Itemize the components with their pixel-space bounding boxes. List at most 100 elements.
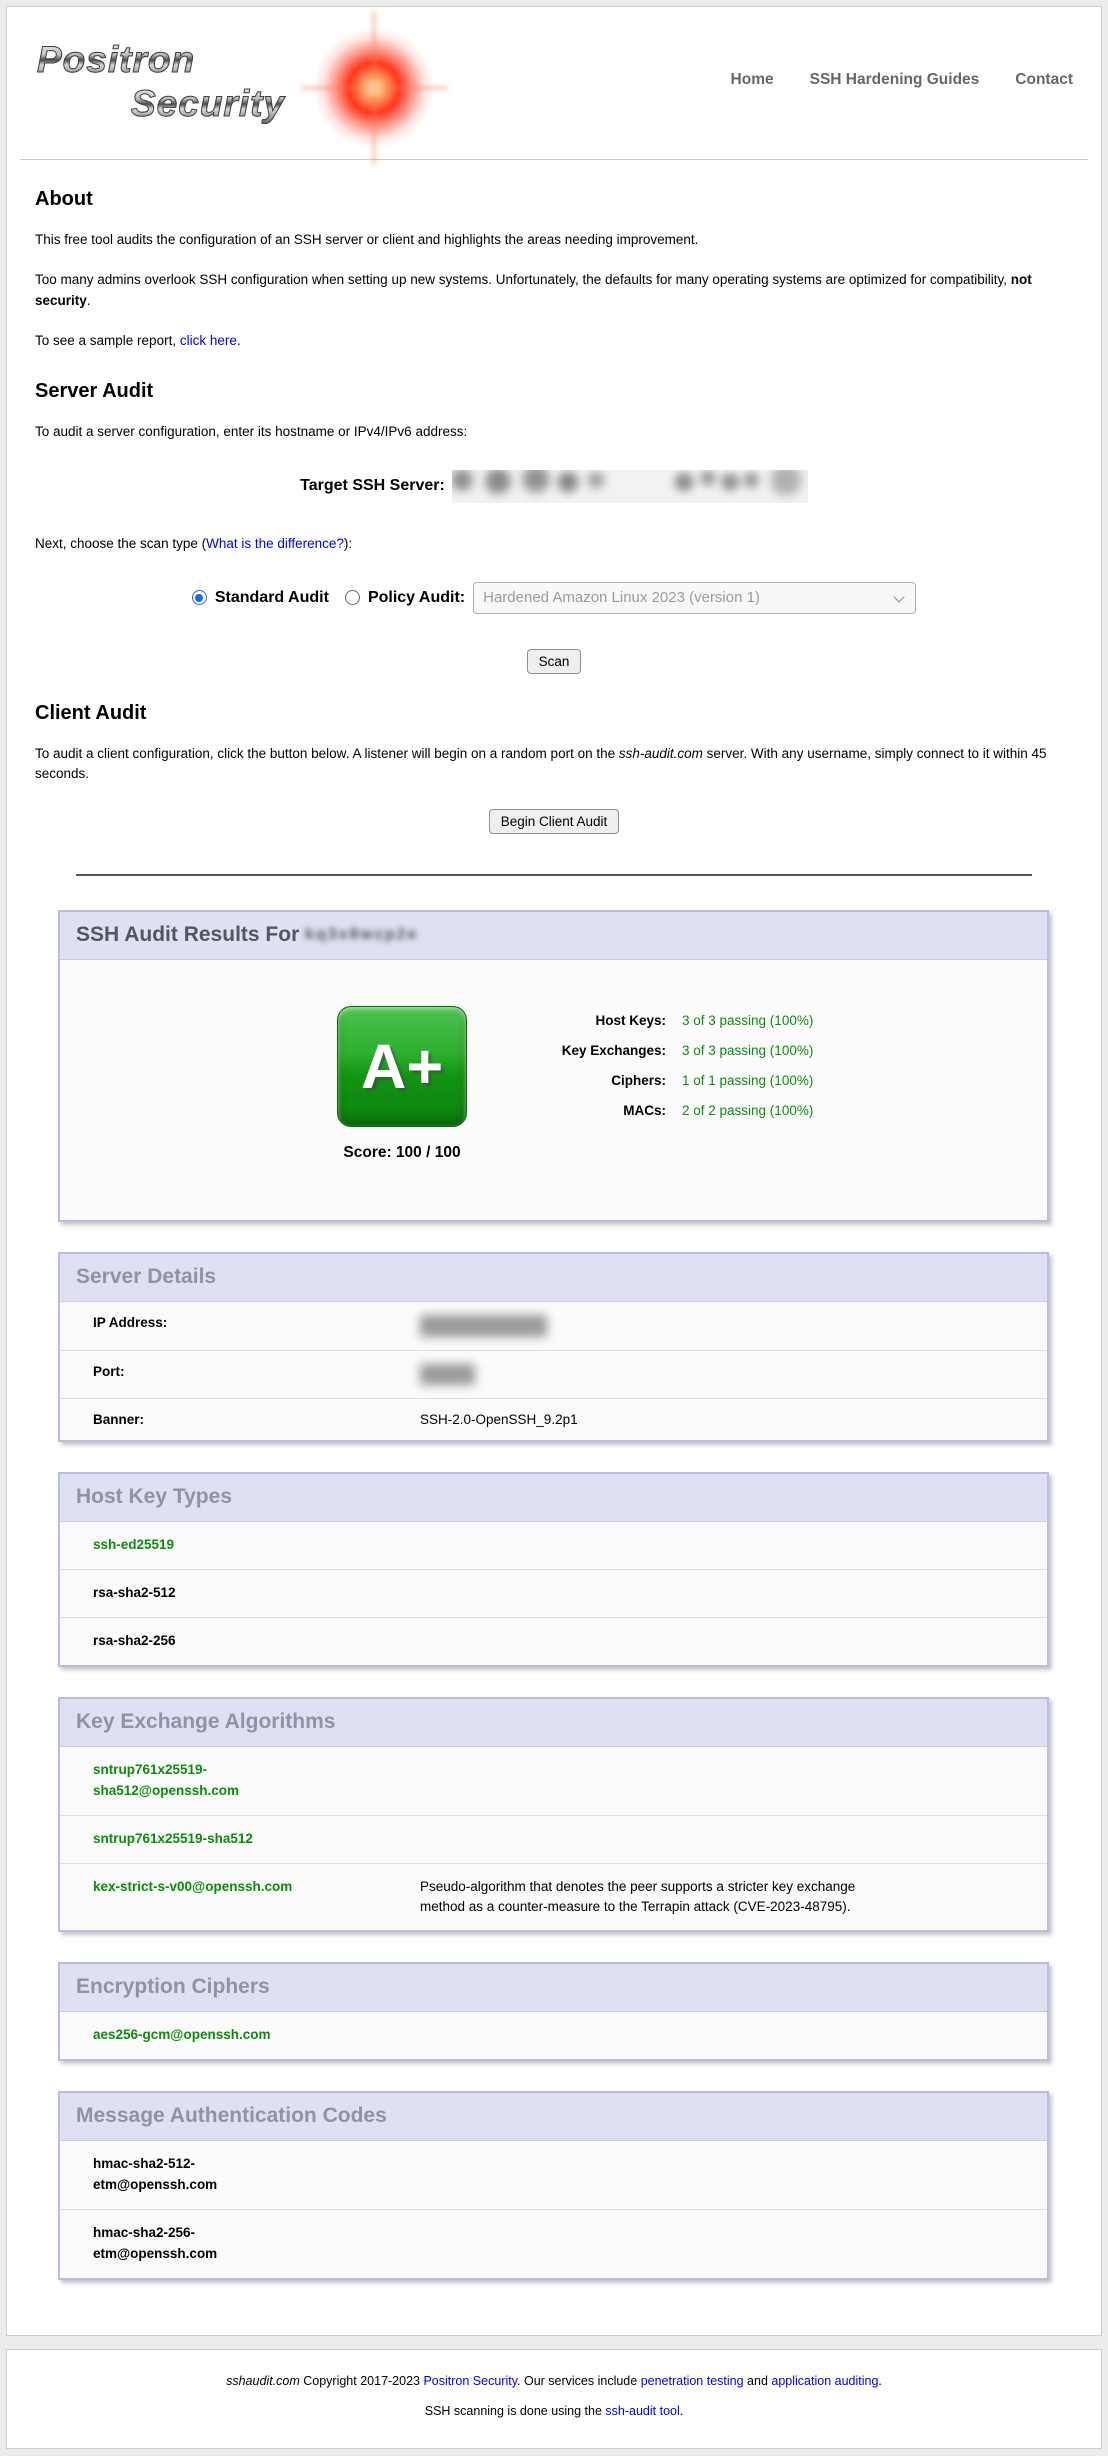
about-section: About This free tool audits the configur… bbox=[7, 188, 1101, 352]
logo-word-security: Security bbox=[131, 83, 285, 125]
footer-and-text: and bbox=[744, 2374, 772, 2388]
about-paragraph-3: To see a sample report, click here. bbox=[35, 331, 1073, 352]
list-item: sntrup761x25519- sha512@openssh.com bbox=[60, 1747, 1047, 1816]
redacted-hostname: kq3x8wzp2e bbox=[305, 926, 418, 944]
policy-select[interactable]: Hardened Amazon Linux 2023 (version 1) bbox=[473, 582, 916, 614]
about-p2-text: Too many admins overlook SSH configurati… bbox=[35, 272, 1011, 287]
target-ssh-server-label: Target SSH Server: bbox=[300, 477, 445, 495]
stat-label: Key Exchanges: bbox=[536, 1040, 666, 1061]
standard-audit-radio[interactable] bbox=[192, 590, 207, 605]
list-item: hmac-sha2-512- etm@openssh.com bbox=[60, 2141, 1047, 2210]
nav-item-ssh-hardening-guides[interactable]: SSH Hardening Guides bbox=[810, 71, 980, 89]
report-panels: SSH Audit Results For kq3x8wzp2e A+ Scor… bbox=[58, 910, 1049, 2280]
server-details-panel: Server Details IP Address: Port: Banner:… bbox=[58, 1252, 1049, 1442]
redacted-ip-value bbox=[420, 1315, 547, 1337]
positron-security-logo[interactable]: Positron Security bbox=[35, 21, 465, 149]
table-row-banner: Banner: SSH-2.0-OpenSSH_9.2p1 bbox=[60, 1399, 1047, 1440]
footer-line-1: sshaudit.com Copyright 2017-2023 Positro… bbox=[7, 2374, 1101, 2388]
scan-type-end: ): bbox=[344, 536, 352, 551]
list-item: sntrup761x25519-sha512 bbox=[60, 1816, 1047, 1864]
standard-audit-label: Standard Audit bbox=[215, 589, 329, 607]
server-audit-section: Server Audit To audit a server configura… bbox=[7, 380, 1101, 674]
table-row-ip-address: IP Address: bbox=[60, 1302, 1047, 1351]
footer-line2-end: . bbox=[680, 2404, 683, 2418]
algorithm-name: sntrup761x25519- sha512@openssh.com bbox=[93, 1760, 420, 1802]
footer-dot: . bbox=[878, 2374, 881, 2388]
nav-item-contact[interactable]: Contact bbox=[1015, 71, 1073, 89]
message-authentication-codes-panel: Message Authentication Codes hmac-sha2-5… bbox=[58, 2091, 1049, 2280]
positron-security-link[interactable]: Positron Security bbox=[423, 2374, 517, 2388]
stat-label: MACs: bbox=[536, 1100, 666, 1121]
server-audit-heading: Server Audit bbox=[35, 380, 1073, 403]
algorithm-name: sntrup761x25519-sha512 bbox=[93, 1829, 420, 1850]
macs-header: Message Authentication Codes bbox=[60, 2093, 1047, 2141]
stats-column: Host Keys: 3 of 3 passing (100%) Key Exc… bbox=[536, 1010, 813, 1162]
score-line: Score: 100 / 100 bbox=[332, 1144, 472, 1162]
sample-report-link[interactable]: click here bbox=[180, 333, 237, 348]
scan-type-difference-link[interactable]: What is the difference? bbox=[206, 536, 344, 551]
footer-scanning-text: SSH scanning is done using the bbox=[425, 2404, 606, 2418]
policy-select-value: Hardened Amazon Linux 2023 (version 1) bbox=[483, 589, 760, 606]
algorithm-name: ssh-ed25519 bbox=[93, 1535, 420, 1556]
main-nav: Home SSH Hardening Guides Contact bbox=[731, 71, 1073, 89]
stat-label: Ciphers: bbox=[536, 1070, 666, 1091]
row-label: Port: bbox=[93, 1364, 420, 1385]
grade-badge: A+ bbox=[337, 1006, 467, 1127]
scan-button[interactable]: Scan bbox=[527, 649, 582, 674]
target-server-row: Target SSH Server: bbox=[35, 470, 1073, 503]
begin-client-audit-button[interactable]: Begin Client Audit bbox=[489, 809, 620, 834]
list-item: kex-strict-s-v00@openssh.com Pseudo-algo… bbox=[60, 1864, 1047, 1931]
list-item: rsa-sha2-512 bbox=[60, 1570, 1047, 1618]
target-ssh-server-input[interactable] bbox=[452, 470, 808, 503]
stat-row-host-keys: Host Keys: 3 of 3 passing (100%) bbox=[536, 1010, 813, 1031]
list-item: aes256-gcm@openssh.com bbox=[60, 2012, 1047, 2059]
host-key-types-panel: Host Key Types ssh-ed25519 rsa-sha2-512 … bbox=[58, 1472, 1049, 1667]
stat-row-macs: MACs: 2 of 2 passing (100%) bbox=[536, 1100, 813, 1121]
list-item: rsa-sha2-256 bbox=[60, 1618, 1047, 1665]
results-body: A+ Score: 100 / 100 Host Keys: 3 of 3 pa… bbox=[60, 960, 1047, 1220]
key-exchange-header: Key Exchange Algorithms bbox=[60, 1699, 1047, 1747]
ssh-audit-tool-link[interactable]: ssh-audit tool bbox=[605, 2404, 679, 2418]
client-button-wrap: Begin Client Audit bbox=[35, 809, 1073, 834]
sample-report-text: To see a sample report, bbox=[35, 333, 180, 348]
about-p2-end: . bbox=[87, 293, 91, 308]
policy-audit-radio[interactable] bbox=[345, 590, 360, 605]
banner-value: SSH-2.0-OpenSSH_9.2p1 bbox=[420, 1412, 578, 1427]
encryption-ciphers-header: Encryption Ciphers bbox=[60, 1964, 1047, 2012]
stat-value: 1 of 1 passing (100%) bbox=[682, 1070, 813, 1091]
client-audit-heading: Client Audit bbox=[35, 702, 1073, 725]
redacted-port-value bbox=[420, 1364, 475, 1385]
penetration-testing-link[interactable]: penetration testing bbox=[641, 2374, 744, 2388]
scan-button-wrap: Scan bbox=[35, 649, 1073, 674]
main-content: Positron Security Home SSH Hardening Gui… bbox=[6, 6, 1102, 2336]
stat-label: Host Keys: bbox=[536, 1010, 666, 1031]
footer-line-2: SSH scanning is done using the ssh-audit… bbox=[7, 2404, 1101, 2418]
scan-type-radio-row: Standard Audit Policy Audit: Hardened Am… bbox=[35, 582, 1073, 614]
client-audit-section: Client Audit To audit a client configura… bbox=[7, 702, 1101, 835]
results-title-text: SSH Audit Results For bbox=[76, 923, 305, 946]
stat-value: 3 of 3 passing (100%) bbox=[682, 1040, 813, 1061]
red-starburst-icon bbox=[315, 29, 433, 147]
server-details-header: Server Details bbox=[60, 1254, 1047, 1302]
site-footer: sshaudit.com Copyright 2017-2023 Positro… bbox=[6, 2349, 1102, 2449]
stat-value: 2 of 2 passing (100%) bbox=[682, 1100, 813, 1121]
stat-row-key-exchanges: Key Exchanges: 3 of 3 passing (100%) bbox=[536, 1040, 813, 1061]
key-exchange-panel: Key Exchange Algorithms sntrup761x25519-… bbox=[58, 1697, 1049, 1932]
sample-report-end: . bbox=[237, 333, 241, 348]
client-audit-text: To audit a client configuration, click t… bbox=[35, 746, 619, 761]
scan-type-text: Next, choose the scan type ( bbox=[35, 536, 206, 551]
logo-word-positron: Positron bbox=[37, 39, 195, 81]
algorithm-name: kex-strict-s-v00@openssh.com bbox=[93, 1877, 420, 1918]
application-auditing-link[interactable]: application auditing bbox=[771, 2374, 878, 2388]
redacted-blob bbox=[420, 1315, 547, 1337]
host-key-types-header: Host Key Types bbox=[60, 1474, 1047, 1522]
client-audit-paragraph: To audit a client configuration, click t… bbox=[35, 744, 1073, 786]
algorithm-name: hmac-sha2-512- etm@openssh.com bbox=[93, 2154, 420, 2196]
row-label: Banner: bbox=[93, 1412, 420, 1427]
header-separator bbox=[20, 159, 1088, 160]
server-audit-intro: To audit a server configuration, enter i… bbox=[35, 422, 1073, 443]
nav-item-home[interactable]: Home bbox=[731, 71, 774, 89]
ssh-audit-com-italic: ssh-audit.com bbox=[619, 746, 703, 761]
policy-audit-label: Policy Audit: bbox=[368, 589, 465, 607]
list-item: hmac-sha2-256- etm@openssh.com bbox=[60, 2210, 1047, 2278]
